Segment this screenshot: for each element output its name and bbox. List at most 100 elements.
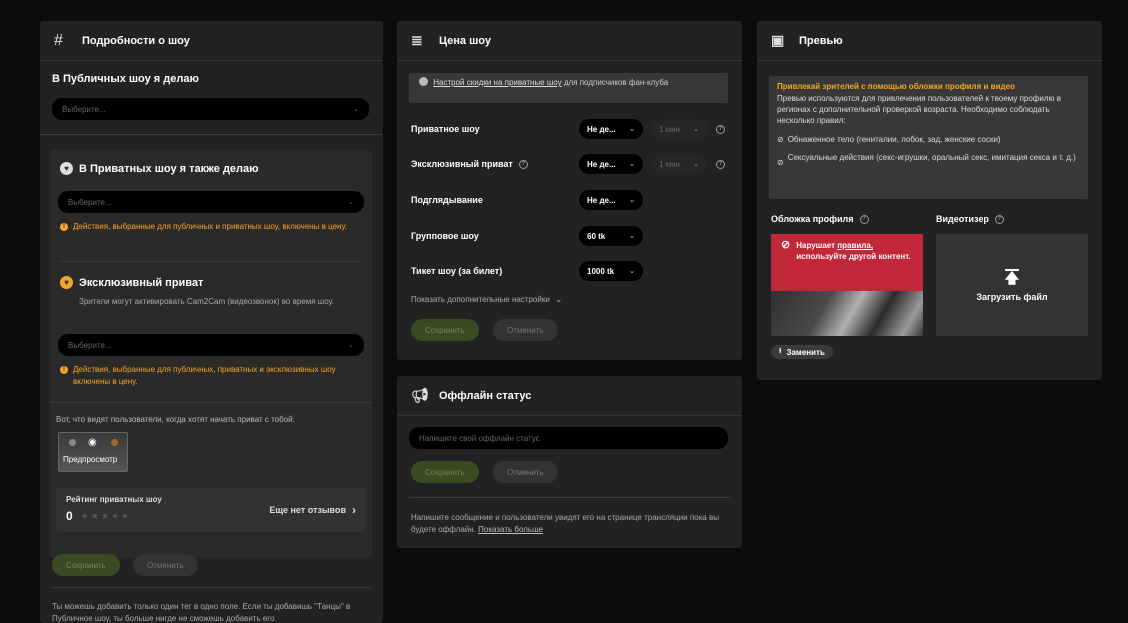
violation-text-rest: используйте другой контент. (796, 252, 911, 261)
show-details-title: Подробности о шоу (82, 34, 190, 47)
video-title: Видеотизер (936, 214, 989, 224)
upload-video-area[interactable]: 🡅︎ Загрузить файл (936, 234, 1088, 336)
exclusive-heading: Эксклюзивный приват (79, 276, 204, 289)
exclusive-select-placeholder: Выберите... (68, 340, 112, 350)
price-cancel-button[interactable]: Отменить (493, 319, 558, 341)
cancel-button[interactable]: Отменить (133, 554, 198, 576)
private-warning-text: Действия, выбранные для публичных и прив… (73, 222, 347, 231)
rating-title: Рейтинг приватных шоу (66, 495, 162, 504)
chevron-down-icon: ⌄ (348, 199, 354, 206)
alert-icon: ! (60, 366, 68, 374)
preview-header: ▣ Превью (757, 21, 1102, 61)
offline-cancel-button[interactable]: Отменить (493, 461, 558, 483)
offline-note: Напишите сообщение и пользователи увидят… (411, 512, 731, 536)
duration-value: 1 мин (659, 124, 681, 134)
more-settings-text: Показать дополнительные настройки (411, 295, 550, 304)
upload-icon: 🡅︎ (1004, 268, 1020, 286)
price-row-label: Групповое шоу (411, 231, 479, 241)
price-row: Тикет шоу (за билет) 1000 tk ⌄ (411, 260, 728, 282)
chevron-down-icon: ⌄ (693, 161, 699, 168)
divider (409, 497, 730, 498)
public-heading: В Публичных шоу я делаю (52, 73, 199, 85)
private-warning: ! Действия, выбранные для публичных и пр… (60, 221, 350, 233)
tag-icon (419, 77, 428, 86)
price-row-label: Эксклюзивный приват (411, 159, 513, 169)
price-save-button[interactable]: Сохранить (411, 319, 479, 341)
preview-info-text: Превью используются для привлечения поль… (777, 94, 1061, 125)
show-more-link[interactable]: Показать больше (478, 525, 543, 534)
preview-label: Предпросмотр (63, 455, 118, 464)
divider (50, 402, 372, 403)
chevron-right-icon: › (352, 503, 356, 517)
duration-value: 1 мин (659, 159, 681, 169)
price-row: Приватное шоу Не де... ⌄ 1 мин ⌄? (411, 118, 728, 140)
help-icon: ? (716, 159, 725, 169)
show-price-header: ≣ Цена шоу (397, 21, 742, 61)
price-select[interactable]: Не де... ⌄ (579, 190, 643, 210)
price-tag-icon: ≣ (411, 32, 423, 48)
heart-icon: ♥ (60, 162, 73, 175)
divider (60, 261, 362, 262)
preview-panel: ▣ Превью Привлекай зрителей с помощью об… (757, 21, 1102, 380)
duration-select[interactable]: 1 мин ⌄ (651, 154, 707, 174)
chevron-down-icon: ⌄ (629, 197, 635, 204)
help-icon: ? (716, 124, 725, 134)
price-row: Подглядывание Не де... ⌄ (411, 189, 728, 211)
chevron-down-icon: ⌄ (348, 342, 354, 349)
help-icon: ? (859, 214, 869, 224)
divider (40, 134, 383, 135)
chevron-down-icon: ⌄ (629, 268, 635, 275)
help-icon: ? (994, 214, 1004, 224)
help-icon: ? (518, 159, 528, 169)
rule-sexual-acts: Сексуальные действия (секс-игрушки, орал… (787, 153, 1076, 162)
price-select[interactable]: Не де... ⌄ (579, 119, 643, 139)
show-details-panel: # Подробности о шоу В Публичных шоу я де… (40, 21, 383, 623)
private-preview-thumbnail[interactable]: ◉ Предпросмотр (58, 432, 128, 472)
show-price-title: Цена шоу (439, 34, 491, 47)
alert-icon: ! (60, 223, 68, 231)
chevron-down-icon: ⌄ (629, 161, 635, 168)
price-select[interactable]: Не де... ⌄ (579, 154, 643, 174)
price-select[interactable]: 60 tk ⌄ (579, 226, 643, 246)
replace-button[interactable]: ⭱︎ Заменить (771, 345, 833, 359)
violation-text: Нарушает (796, 241, 838, 250)
exclusive-desc: Зрители могут активировать Cam2Cam (виде… (79, 297, 334, 306)
rating-value: 0 (66, 509, 73, 523)
chevron-down-icon: ⌄ (629, 233, 635, 240)
dot-icon (69, 439, 76, 446)
offline-status-panel: 📢︎ Оффлайн статус Напишите свой оффлайн … (397, 376, 742, 548)
duration-select[interactable]: 1 мин ⌄ (651, 119, 707, 139)
price-select-value: Не де... (587, 124, 616, 134)
offline-status-input[interactable]: Напишите свой оффлайн статус (409, 427, 728, 449)
chevron-down-icon: ⌄ (554, 294, 563, 304)
cover-image[interactable]: ⊘ Нарушает правила, используйте другой к… (771, 234, 923, 336)
private-section: ♥ В Приватных шоу я также делаю Выберите… (50, 150, 372, 558)
rules-link[interactable]: правила, (837, 241, 873, 250)
exclusive-warning-text: Действия, выбранные для публичных, прива… (73, 365, 336, 386)
rating-box: Рейтинг приватных шоу 0 ★★★★★ Еще нет от… (56, 488, 366, 532)
preview-title: Превью (799, 34, 843, 47)
footer-note: Ты можешь добавить только один тег в одн… (52, 602, 351, 623)
chevron-down-icon: ⌄ (629, 126, 635, 133)
offline-title: Оффлайн статус (439, 389, 532, 402)
discount-banner: Настрой скидки на приватные шоу для подп… (409, 73, 728, 103)
image-icon: ▣ (771, 32, 785, 48)
exclusive-select[interactable]: Выберите... ⌄ (58, 334, 364, 356)
price-select-value: 1000 tk (587, 266, 615, 276)
divider (52, 587, 371, 588)
megaphone-icon: 📢︎ (411, 387, 429, 403)
save-button[interactable]: Сохранить (52, 554, 120, 576)
private-select[interactable]: Выберите... ⌄ (58, 191, 364, 213)
public-select[interactable]: Выберите... ⌄ (52, 98, 369, 120)
violation-overlay: ⊘ Нарушает правила, используйте другой к… (771, 234, 923, 291)
eye-icon: ◉ (88, 437, 97, 448)
no-reviews-link[interactable]: Еще нет отзывов › (269, 503, 356, 517)
discount-link[interactable]: Настрой скидки на приватные шоу (433, 78, 561, 87)
offline-note-text: Напишите сообщение и пользователи увидят… (411, 513, 719, 534)
show-price-panel: ≣ Цена шоу Настрой скидки на приватные ш… (397, 21, 742, 360)
upload-small-icon: ⭱︎ (779, 347, 782, 355)
upload-label: Загрузить файл (976, 291, 1048, 302)
price-select[interactable]: 1000 tk ⌄ (579, 261, 643, 281)
offline-save-button[interactable]: Сохранить (411, 461, 479, 483)
more-settings-toggle[interactable]: Показать дополнительные настройки ⌄ (411, 294, 562, 305)
